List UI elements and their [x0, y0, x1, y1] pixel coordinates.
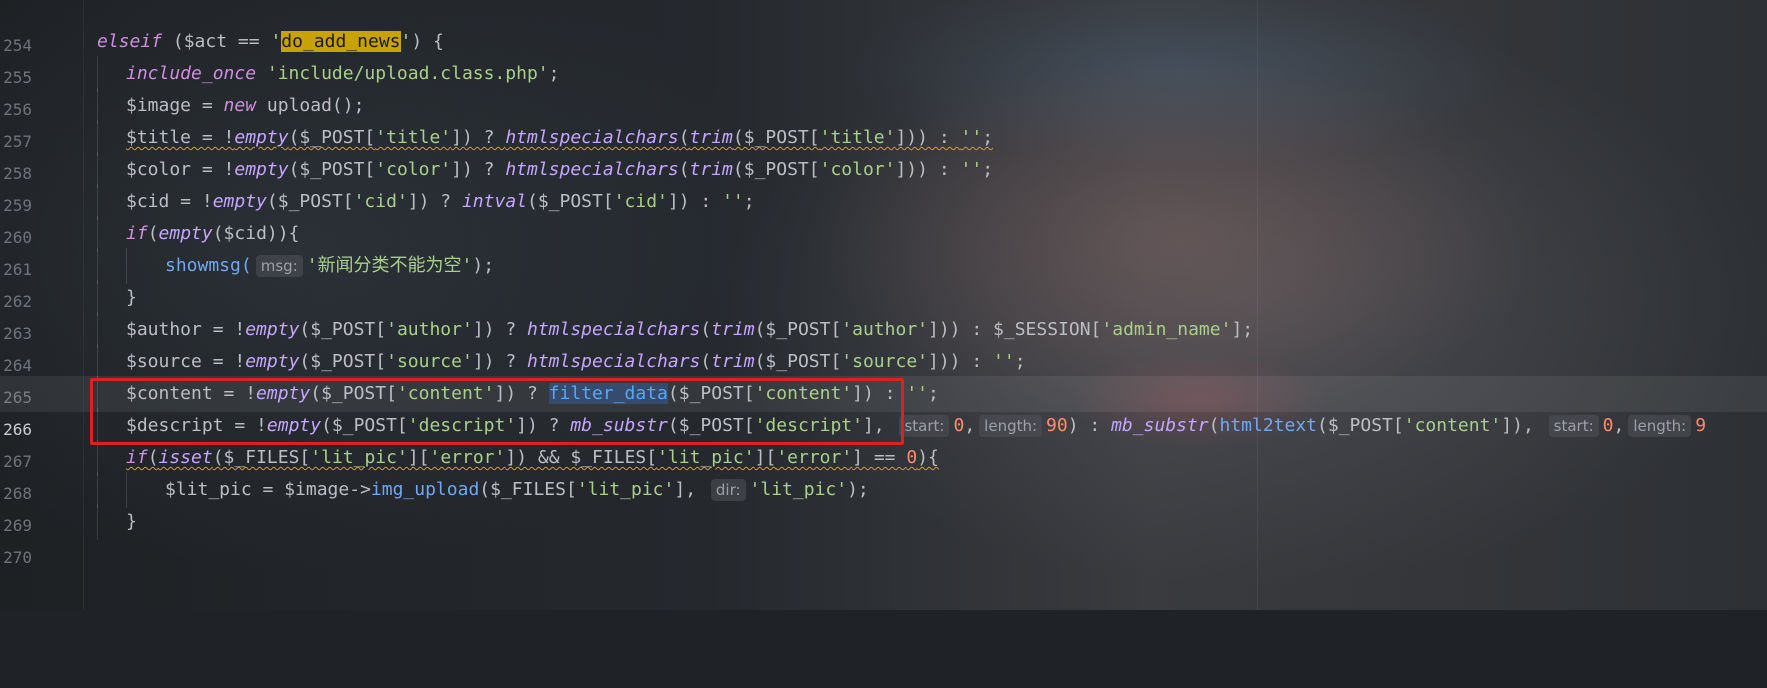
indent-guide: [97, 344, 98, 380]
code-line[interactable]: 264 $author = !empty($_POST['author']) ?…: [0, 312, 1767, 375]
code-line[interactable]: 256 include_once 'include/upload.class.p…: [0, 56, 1767, 119]
code-line[interactable]: 259 $color = !empty($_POST['color']) ? h…: [0, 152, 1767, 215]
indent-guide: [97, 408, 98, 444]
code-text: }: [126, 287, 137, 308]
code-line[interactable]: 260 $cid = !empty($_POST['cid']) ? intva…: [0, 184, 1767, 247]
parameter-hint: length:: [979, 415, 1043, 437]
indent-guide: [97, 216, 98, 252]
code-line[interactable]: 268 if(isset($_FILES['lit_pic']['error']…: [0, 440, 1767, 503]
code-text: $color = !empty($_POST['color']) ? htmls…: [126, 159, 994, 180]
parameter-hint: length:: [1628, 415, 1692, 437]
code-line[interactable]: 263 }: [0, 280, 1767, 343]
indent-guide: [126, 472, 127, 508]
code-text: $content = !empty($_POST['content']) ? f…: [126, 383, 939, 404]
code-text: $author = !empty($_POST['author']) ? htm…: [126, 319, 1254, 340]
code-line[interactable]: 257 $image = new upload();: [0, 88, 1767, 151]
code-text: $image = new upload();: [126, 95, 365, 116]
code-line-current[interactable]: 266 $content = !empty($_POST['content'])…: [0, 376, 1767, 439]
search-highlight: do_add_news: [281, 31, 401, 52]
indent-guide: [97, 472, 98, 508]
indent-guide: [97, 56, 98, 92]
indent-guide: [97, 312, 98, 348]
code-line[interactable]: 262 showmsg(msg: '新闻分类不能为空');: [0, 248, 1767, 311]
code-line[interactable]: 255 elseif ($act == 'do_add_news') {: [0, 24, 1767, 87]
parameter-hint: dir:: [710, 479, 746, 501]
line-number: 270: [3, 548, 32, 567]
parameter-hint: start:: [1548, 415, 1599, 437]
code-text: include_once 'include/upload.class.php';: [126, 63, 560, 84]
code-line[interactable]: 258 $title = !empty($_POST['title']) ? h…: [0, 120, 1767, 183]
code-line[interactable]: 269 $lit_pic = $image->img_upload($_FILE…: [0, 472, 1767, 535]
code-line[interactable]: 267 $descript = !empty($_POST['descript'…: [0, 408, 1767, 471]
indent-guide: [97, 152, 98, 188]
code-line[interactable]: 265 $source = !empty($_POST['source']) ?…: [0, 344, 1767, 407]
code-text: elseif ($act == 'do_add_news') {: [97, 31, 444, 52]
indent-guide: [97, 280, 98, 316]
indent-guide: [97, 88, 98, 124]
indent-guide: [97, 120, 98, 156]
indent-guide: [97, 504, 98, 540]
code-text: $source = !empty($_POST['source']) ? htm…: [126, 351, 1026, 372]
code-text: if(empty($cid)){: [126, 223, 300, 244]
code-text: if(isset($_FILES['lit_pic']['error']) &&…: [126, 447, 939, 468]
code-line[interactable]: 270 }: [0, 504, 1767, 567]
code-text: $title = !empty($_POST['title']) ? htmls…: [126, 127, 994, 148]
code-text: showmsg(msg: '新闻分类不能为空');: [165, 255, 495, 277]
code-text: $lit_pic = $image->img_upload($_FILES['l…: [165, 479, 869, 501]
selected-identifier: filter_data: [548, 383, 668, 404]
code-line[interactable]: 261 if(empty($cid)){: [0, 216, 1767, 279]
code-text: $cid = !empty($_POST['cid']) ? intval($_…: [126, 191, 755, 212]
parameter-hint: msg:: [255, 255, 303, 277]
indent-guide: [97, 440, 98, 476]
code-editor[interactable]: 254 255 elseif ($act == 'do_add_news') {…: [0, 0, 1767, 610]
parameter-hint: start:: [899, 415, 950, 437]
indent-guide: [97, 248, 98, 284]
indent-guide: [97, 184, 98, 220]
indent-guide: [126, 248, 127, 284]
indent-guide: [97, 376, 98, 412]
code-text: }: [126, 511, 137, 532]
code-text: $descript = !empty($_POST['descript']) ?…: [126, 415, 1707, 437]
